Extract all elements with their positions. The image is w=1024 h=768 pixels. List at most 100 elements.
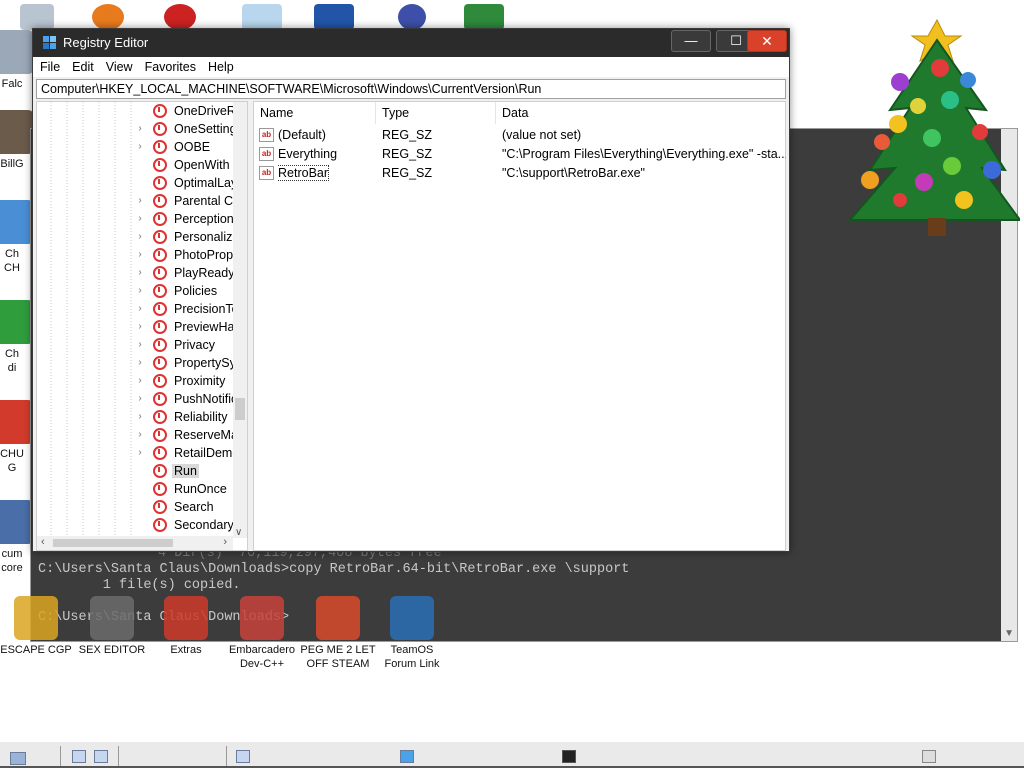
tree-item[interactable]: SecondaryA xyxy=(141,516,244,534)
desktop-icon-bottom[interactable]: Extras xyxy=(146,596,226,657)
minimize-button[interactable]: — xyxy=(671,30,711,52)
scroll-down-icon[interactable]: ▼ xyxy=(1004,628,1014,639)
address-bar[interactable]: Computer\HKEY_LOCAL_MACHINE\SOFTWARE\Mic… xyxy=(36,79,786,99)
desktop-icon-bottom[interactable]: PEG ME 2 LET OFF STEAM xyxy=(298,596,378,671)
desktop-icon-firefox[interactable] xyxy=(92,4,124,30)
value-name-cell: RetroBar xyxy=(278,164,374,183)
tree-item[interactable]: OneDriveRa xyxy=(141,102,245,120)
taskbar-regedit-icon[interactable] xyxy=(400,750,414,763)
tree-item[interactable]: › RetailDemc xyxy=(138,444,241,462)
chevron-right-icon[interactable]: › xyxy=(135,411,145,422)
tree-item[interactable]: › OneSetting xyxy=(138,120,239,138)
tree-vertical-scrollbar[interactable]: ∨ xyxy=(233,102,247,538)
tree-item[interactable]: Search xyxy=(141,498,216,516)
chevron-right-icon[interactable]: › xyxy=(135,375,145,386)
menu-favorites[interactable]: Favorites xyxy=(139,57,202,77)
value-row[interactable]: ab Everything REG_SZ "C:\Program Files\Ever… xyxy=(254,145,786,164)
scroll-right-icon[interactable]: › xyxy=(223,536,227,548)
menu-help[interactable]: Help xyxy=(202,57,240,77)
tree-item[interactable]: › PushNotific xyxy=(138,390,239,408)
menu-edit[interactable]: Edit xyxy=(66,57,100,77)
chevron-right-icon[interactable]: › xyxy=(135,267,145,278)
chevron-right-icon[interactable]: › xyxy=(135,141,145,152)
menu-view[interactable]: View xyxy=(100,57,139,77)
tree-item-label: RetailDemc xyxy=(174,446,239,460)
chevron-right-icon[interactable]: › xyxy=(135,393,145,404)
tree-item[interactable]: › Perception xyxy=(138,210,236,228)
chevron-right-icon[interactable]: › xyxy=(135,357,145,368)
tree-scroll-thumb[interactable] xyxy=(235,398,245,420)
desktop-icon-bottom[interactable]: ESCAPE CGP xyxy=(0,596,76,657)
title-bar[interactable]: Registry Editor — ☐ ✕ xyxy=(33,29,789,57)
column-header-type[interactable]: Type xyxy=(376,102,496,124)
christmas-tree-icon xyxy=(847,18,1020,236)
value-row[interactable]: ab (Default) REG_SZ (value not set) xyxy=(254,126,785,145)
tree-item-label: Search xyxy=(174,500,214,514)
tree-item[interactable]: › PrecisionTo xyxy=(138,300,241,318)
desktop-icon-vs[interactable] xyxy=(314,4,354,30)
tree-item[interactable]: › PreviewHar xyxy=(138,318,241,336)
tree-item[interactable]: › Policies xyxy=(138,282,219,300)
chevron-right-icon[interactable]: › xyxy=(135,321,145,332)
values-list[interactable]: Name Type Data ab (Default) REG_SZ (value n… xyxy=(253,101,786,551)
tree-item[interactable]: › Parental Cc xyxy=(138,192,241,210)
chevron-right-icon[interactable]: › xyxy=(135,303,145,314)
desktop-shortcut-icon xyxy=(90,596,134,640)
chevron-right-icon[interactable]: › xyxy=(135,231,145,242)
desktop-icon-bottom[interactable]: Embarcadero Dev-C++ xyxy=(222,596,302,671)
tree-item-label: Perception xyxy=(174,212,234,226)
scroll-down-icon[interactable]: ∨ xyxy=(235,527,242,538)
scroll-left-icon[interactable]: ‹ xyxy=(41,536,45,548)
tree-item[interactable]: › Reliability xyxy=(138,408,230,426)
desktop-icon-bottom[interactable]: SEX EDITOR xyxy=(72,596,152,657)
taskbar-app-icon[interactable] xyxy=(236,750,250,763)
tree-item-label: Parental Cc xyxy=(174,194,240,208)
column-header-name[interactable]: Name xyxy=(254,102,376,124)
tree-item[interactable]: › PlayReady xyxy=(138,264,236,282)
menu-file[interactable]: File xyxy=(33,57,66,77)
chevron-right-icon[interactable]: › xyxy=(135,213,145,224)
desktop-icon-stop[interactable] xyxy=(164,4,196,30)
chevron-right-icon[interactable]: › xyxy=(135,339,145,350)
tree-item[interactable]: › Proximity xyxy=(138,372,227,390)
desktop-icon-recycle-bin[interactable] xyxy=(20,4,54,30)
tree-item[interactable]: › PropertySys xyxy=(138,354,244,372)
value-data: "C:\Program Files\Everything\Everything.… xyxy=(502,147,786,161)
column-header-data[interactable]: Data xyxy=(496,102,786,124)
desktop-icon-spreadsheet[interactable] xyxy=(464,4,504,30)
tree-item[interactable]: › OOBE xyxy=(138,138,212,156)
volume-icon[interactable] xyxy=(922,750,936,763)
registry-editor-window[interactable]: Registry Editor — ☐ ✕ File Edit View Favori… xyxy=(32,28,790,552)
key-tree[interactable]: OneDriveRa › OneSetting › OOBE OpenWith Optima… xyxy=(36,101,248,551)
tree-item[interactable]: Run xyxy=(141,462,199,480)
desktop-shortcut-icon xyxy=(0,500,34,544)
desktop-icon-bottom[interactable]: TeamOS Forum Link xyxy=(372,596,452,671)
value-type: REG_SZ xyxy=(382,166,433,180)
desktop-icon-bird[interactable] xyxy=(398,4,426,30)
tree-item[interactable]: OpenWith xyxy=(141,156,232,174)
tree-item-label: PrecisionTo xyxy=(174,302,239,316)
tree-item[interactable]: OptimalLay xyxy=(141,174,239,192)
quicklaunch-explorer-icon[interactable] xyxy=(94,750,108,763)
tree-item[interactable]: RunOnce xyxy=(141,480,229,498)
desktop-icon-home[interactable] xyxy=(242,4,282,30)
taskbar-console-icon[interactable] xyxy=(562,750,576,763)
chevron-right-icon[interactable]: › xyxy=(135,429,145,440)
chevron-right-icon[interactable]: › xyxy=(135,249,145,260)
tree-item-label: OptimalLay xyxy=(174,176,238,190)
start-icon[interactable] xyxy=(10,752,26,765)
close-button[interactable]: ✕ xyxy=(747,30,787,52)
quicklaunch-desktop-icon[interactable] xyxy=(72,750,86,763)
tree-item[interactable]: › ReserveMar xyxy=(138,426,244,444)
value-row[interactable]: ab RetroBar REG_SZ "C:\support\RetroBar.exe… xyxy=(254,164,785,183)
tree-item[interactable]: › Personaliza xyxy=(138,228,241,246)
chevron-right-icon[interactable]: › xyxy=(135,285,145,296)
chevron-right-icon[interactable]: › xyxy=(135,447,145,458)
tree-item[interactable]: › PhotoPrope xyxy=(138,246,242,264)
value-name: RetroBar xyxy=(278,165,330,181)
chevron-right-icon[interactable]: › xyxy=(135,195,145,206)
tree-horizontal-scrollbar[interactable]: ‹ › xyxy=(37,536,233,550)
tree-item[interactable]: › Privacy xyxy=(138,336,217,354)
tree-hscroll-thumb[interactable] xyxy=(53,539,173,547)
chevron-right-icon[interactable]: › xyxy=(135,123,145,134)
